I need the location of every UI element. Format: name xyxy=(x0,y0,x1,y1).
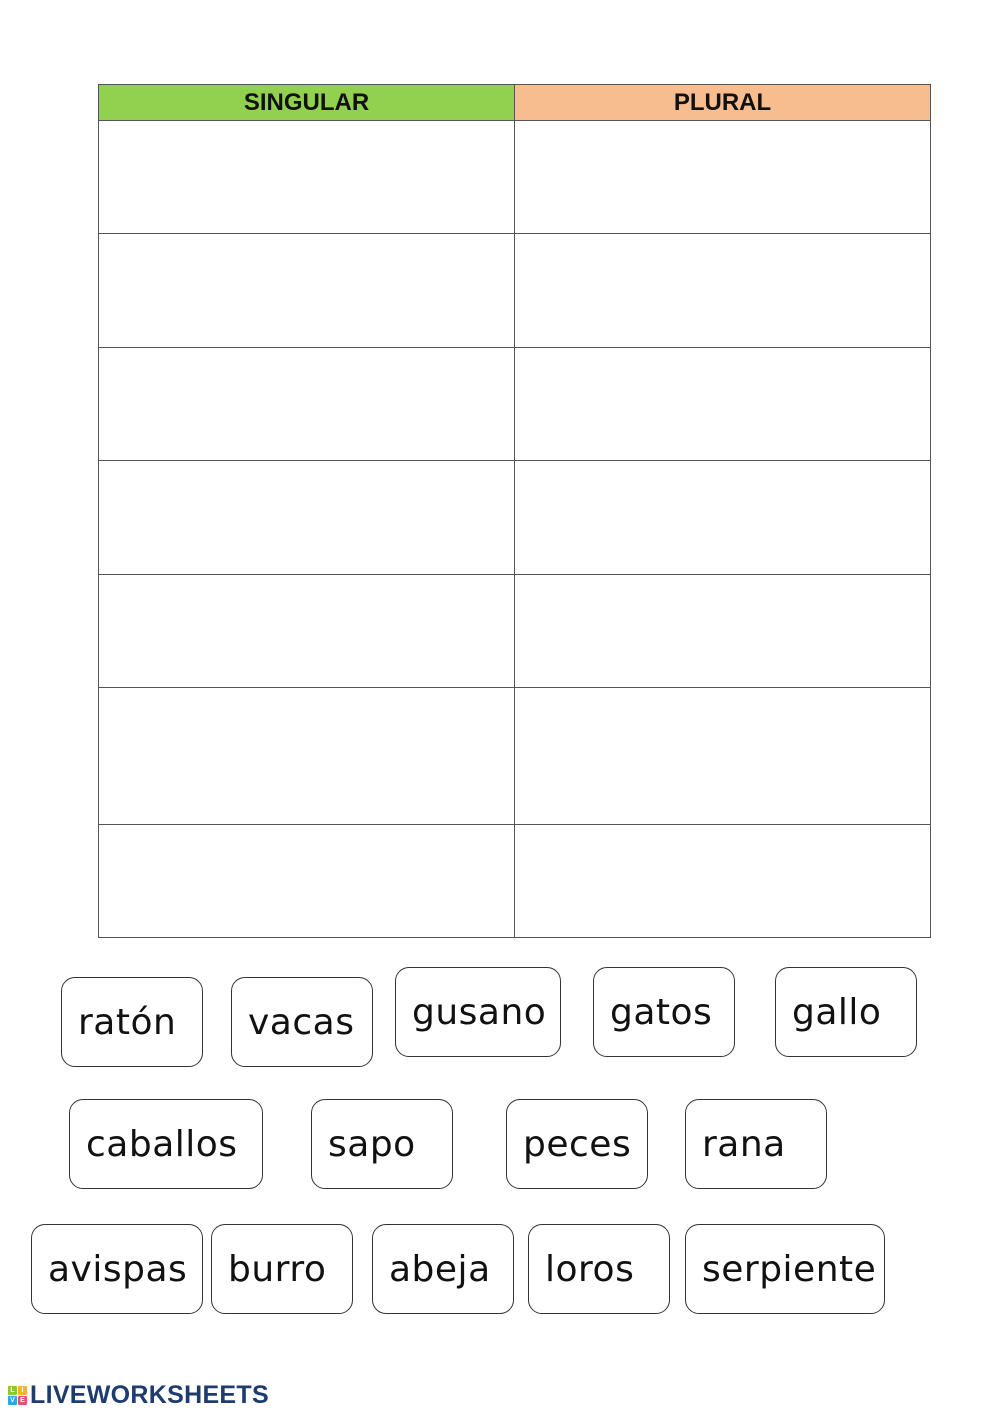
table-row xyxy=(98,824,931,938)
word-card[interactable]: burro xyxy=(211,1224,353,1314)
drop-zone-plural[interactable] xyxy=(514,824,931,938)
drop-zone-plural[interactable] xyxy=(514,347,931,461)
drop-zone-singular[interactable] xyxy=(98,687,515,825)
logo-letter-l: L xyxy=(8,1386,17,1395)
word-card[interactable]: sapo xyxy=(311,1099,453,1189)
word-card[interactable]: peces xyxy=(506,1099,648,1189)
logo-letter-e: E xyxy=(18,1396,27,1405)
drop-zone-plural[interactable] xyxy=(514,460,931,575)
header-singular: SINGULAR xyxy=(98,84,515,121)
word-card[interactable]: gusano xyxy=(395,967,561,1057)
drop-zone-singular[interactable] xyxy=(98,233,515,348)
drop-zone-plural[interactable] xyxy=(514,120,931,234)
drop-zone-singular[interactable] xyxy=(98,824,515,938)
singular-plural-table: SINGULAR PLURAL xyxy=(98,84,931,938)
drop-zone-plural[interactable] xyxy=(514,687,931,825)
word-card[interactable]: loros xyxy=(528,1224,670,1314)
table-row xyxy=(98,460,931,575)
drop-zone-singular[interactable] xyxy=(98,460,515,575)
table-row xyxy=(98,120,931,234)
table-row xyxy=(98,233,931,348)
logo-letter-v: V xyxy=(8,1396,17,1405)
word-card[interactable]: ratón xyxy=(61,977,203,1067)
table-header-row: SINGULAR PLURAL xyxy=(98,84,931,121)
live-blocks-icon: L I V E xyxy=(8,1386,27,1405)
brand-name: LIVEWORKSHEETS xyxy=(30,1381,269,1409)
table-row xyxy=(98,347,931,461)
drop-zone-singular[interactable] xyxy=(98,120,515,234)
word-card[interactable]: gallo xyxy=(775,967,917,1057)
header-plural: PLURAL xyxy=(514,84,931,121)
table-row xyxy=(98,574,931,688)
drop-zone-plural[interactable] xyxy=(514,574,931,688)
word-card[interactable]: vacas xyxy=(231,977,373,1067)
word-card[interactable]: caballos xyxy=(69,1099,263,1189)
logo-letter-i: I xyxy=(18,1386,27,1395)
drop-zone-singular[interactable] xyxy=(98,347,515,461)
liveworksheets-logo: L I V E LIVEWORKSHEETS xyxy=(8,1381,269,1410)
table-row xyxy=(98,687,931,825)
drop-zone-plural[interactable] xyxy=(514,233,931,348)
word-card[interactable]: serpiente xyxy=(685,1224,885,1314)
word-card[interactable]: rana xyxy=(685,1099,827,1189)
word-card[interactable]: avispas xyxy=(31,1224,203,1314)
word-card[interactable]: abeja xyxy=(372,1224,514,1314)
word-card[interactable]: gatos xyxy=(593,967,735,1057)
drop-zone-singular[interactable] xyxy=(98,574,515,688)
